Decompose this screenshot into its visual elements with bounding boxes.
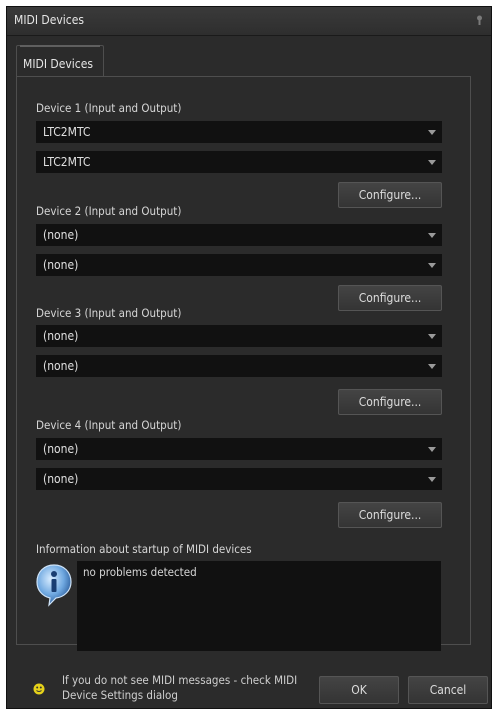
- settings-hint: If you do not see MIDI messages - check …: [62, 673, 297, 703]
- title-bar[interactable]: MIDI Devices: [7, 7, 491, 36]
- info-label: Information about startup of MIDI device…: [36, 542, 252, 556]
- device-2-output-value: (none): [43, 258, 79, 272]
- device-4-configure-button[interactable]: Configure...: [338, 502, 442, 528]
- device-1-input-select[interactable]: LTC2MTC: [36, 121, 442, 143]
- chevron-down-icon: [428, 233, 436, 238]
- device-2-input-select[interactable]: (none): [36, 224, 442, 246]
- device-2-configure-button[interactable]: Configure...: [338, 285, 442, 311]
- info-text: no problems detected: [83, 565, 197, 579]
- grip-icon[interactable]: [476, 15, 483, 25]
- device-3-input-value: (none): [43, 329, 79, 343]
- info-icon: [36, 564, 72, 607]
- device-1-label: Device 1 (Input and Output): [36, 101, 182, 115]
- chevron-down-icon: [428, 263, 436, 268]
- device-4-output-select[interactable]: (none): [36, 468, 442, 490]
- device-4-input-select[interactable]: (none): [36, 438, 442, 460]
- cancel-button[interactable]: Cancel: [408, 676, 488, 704]
- tab-midi-devices[interactable]: MIDI Devices: [16, 45, 104, 77]
- device-2-output-select[interactable]: (none): [36, 254, 442, 276]
- device-3-label: Device 3 (Input and Output): [36, 306, 182, 320]
- chevron-down-icon: [428, 334, 436, 339]
- device-1-output-select[interactable]: LTC2MTC: [36, 151, 442, 173]
- hint-line-2: Device Settings dialog: [62, 688, 178, 702]
- device-1-output-value: LTC2MTC: [43, 155, 91, 169]
- device-4-output-value: (none): [43, 472, 79, 486]
- info-textbox[interactable]: no problems detected: [77, 561, 441, 651]
- device-4-input-value: (none): [43, 442, 79, 456]
- chevron-down-icon: [428, 364, 436, 369]
- hint-line-1: If you do not see MIDI messages - check …: [62, 673, 298, 687]
- ok-button[interactable]: OK: [319, 676, 399, 704]
- device-2-label: Device 2 (Input and Output): [36, 204, 182, 218]
- chevron-down-icon: [428, 447, 436, 452]
- device-3-input-select[interactable]: (none): [36, 325, 442, 347]
- device-3-output-select[interactable]: (none): [36, 355, 442, 377]
- device-3-output-value: (none): [43, 359, 79, 373]
- tab-label: MIDI Devices: [23, 57, 93, 71]
- chevron-down-icon: [428, 130, 436, 135]
- device-2-input-value: (none): [43, 228, 79, 242]
- device-3-configure-button[interactable]: Configure...: [338, 389, 442, 415]
- chevron-down-icon: [428, 477, 436, 482]
- device-4-label: Device 4 (Input and Output): [36, 418, 182, 432]
- lightbulb-icon: [33, 683, 45, 695]
- device-1-input-value: LTC2MTC: [43, 125, 91, 139]
- chevron-down-icon: [428, 160, 436, 165]
- window-title: MIDI Devices: [14, 13, 84, 27]
- device-1-configure-button[interactable]: Configure...: [338, 182, 442, 208]
